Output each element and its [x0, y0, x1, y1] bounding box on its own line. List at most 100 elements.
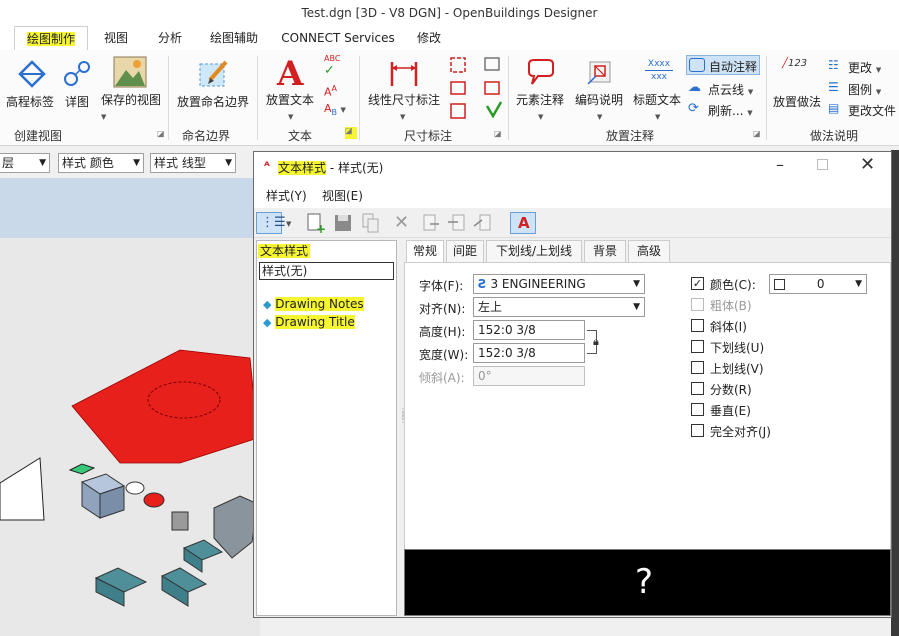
right-view-edge	[891, 150, 899, 636]
detail-button[interactable]: 详图	[65, 93, 89, 110]
tab-view[interactable]: 视图	[96, 26, 136, 50]
text-style-preview-icon[interactable]: A	[510, 212, 536, 234]
place-text-button[interactable]: 放置文本 ▼	[266, 91, 314, 122]
place-named-boundary-button[interactable]: 放置命名边界	[177, 93, 249, 110]
change-file-icon[interactable]: ▤	[828, 101, 839, 115]
white-disc[interactable]	[125, 481, 145, 495]
height-input[interactable]: 152:0 3/8	[473, 320, 585, 340]
text-style-icon[interactable]: AB ▼	[324, 102, 346, 117]
color-select[interactable]: 0 ▼	[769, 274, 867, 294]
style-none-item[interactable]: 样式(无)	[259, 262, 394, 280]
menu-style[interactable]: 样式(Y)	[266, 187, 307, 204]
elevation-label-button[interactable]: 高程标签	[6, 93, 54, 110]
dialog-launcher-icon[interactable]: ◪	[157, 130, 166, 139]
save-icon[interactable]	[332, 212, 354, 234]
text-scale-icon[interactable]: AA	[324, 84, 337, 99]
dialog-title-bar[interactable]: ᴬ 文本样式 - 样式(无) – □ ✕	[254, 152, 891, 182]
delete-icon[interactable]: ✕	[394, 212, 416, 234]
vertical-checkbox[interactable]	[691, 403, 704, 416]
tree-header[interactable]: 文本样式	[258, 242, 395, 260]
dialog-launcher-icon[interactable]: ◪	[494, 130, 503, 139]
detail-icon[interactable]	[62, 58, 92, 88]
level-combo[interactable]: 层 ▼	[0, 153, 50, 173]
model-scene[interactable]	[0, 238, 260, 636]
change-file-button[interactable]: 更改文件	[848, 102, 896, 119]
tab-advanced[interactable]: 高级	[628, 240, 670, 262]
group-label-markup: 做法说明	[809, 129, 858, 143]
saved-view-button[interactable]: 保存的视图 ▼	[101, 91, 161, 122]
named-boundary-icon[interactable]	[198, 58, 230, 90]
slant-input[interactable]: 0°	[473, 366, 585, 386]
tab-general[interactable]: 常规	[406, 240, 444, 263]
minimize-button[interactable]: –	[776, 155, 784, 174]
maximize-button[interactable]: □	[816, 156, 829, 172]
dimension-tools-icon[interactable]	[449, 56, 505, 122]
linear-dimension-icon[interactable]	[388, 60, 420, 88]
title-text-icon[interactable]: Xxxx xxx	[645, 58, 673, 83]
width-input[interactable]: 152:0 3/8	[473, 343, 585, 363]
model-viewport[interactable]	[0, 238, 260, 636]
code-note-button[interactable]: 编码说明 ▼	[575, 91, 623, 122]
style-item-drawing-notes[interactable]: ◆ Drawing Notes	[263, 297, 364, 311]
place-markup-button[interactable]: 放置做法	[773, 93, 821, 110]
change-icon[interactable]: ☷	[828, 58, 839, 72]
red-disc[interactable]	[143, 492, 165, 508]
justification-select[interactable]: 左上 ▼	[473, 297, 645, 317]
legend-button[interactable]: 图例 ▼	[848, 81, 881, 98]
menu-view[interactable]: 视图(E)	[322, 187, 363, 204]
elevation-label-icon[interactable]	[18, 60, 46, 88]
cloud-line-button[interactable]: 点云线 ▼	[708, 81, 753, 98]
ribbon-tab-bar: 绘图制作 视图 分析 绘图辅助 CONNECT Services 修改	[0, 26, 899, 50]
cloud-line-icon[interactable]: ☁	[688, 80, 701, 95]
legend-icon[interactable]: ☰	[828, 80, 839, 94]
color-combo[interactable]: 样式 颜色 ▼	[58, 153, 144, 173]
lock-icon[interactable]: 🔒︎	[593, 335, 599, 349]
export-icon[interactable]	[446, 212, 468, 234]
tab-spacing[interactable]: 间距	[446, 240, 484, 262]
auto-annotation-button[interactable]: 自动注释	[686, 55, 760, 75]
chevron-down-icon[interactable]: ▼	[286, 220, 291, 228]
change-button[interactable]: 更改 ▼	[848, 59, 881, 76]
title-text-button[interactable]: 标题文本 ▼	[633, 91, 681, 122]
red-slab[interactable]	[71, 349, 259, 464]
green-box[interactable]	[68, 463, 96, 475]
style-item-drawing-title[interactable]: ◆ Drawing Title	[263, 315, 355, 329]
font-select[interactable]: Ƨ 3 ENGINEERING ▼	[473, 274, 645, 294]
tab-analysis[interactable]: 分析	[150, 26, 190, 50]
copy-icon[interactable]	[360, 212, 382, 234]
italic-checkbox[interactable]	[691, 319, 704, 332]
element-annotation-icon[interactable]	[526, 58, 556, 88]
tab-modify[interactable]: 修改	[408, 26, 450, 50]
update-icon[interactable]	[472, 212, 494, 234]
element-annotation-button[interactable]: 元素注释 ▼	[516, 91, 564, 122]
grey-cylinder[interactable]	[171, 511, 189, 531]
white-wedge[interactable]	[0, 457, 45, 521]
code-note-icon[interactable]	[586, 58, 616, 88]
spell-check-icon[interactable]: ABC ✓	[324, 54, 340, 78]
underline-checkbox[interactable]	[691, 340, 704, 353]
linestyle-combo[interactable]: 样式 线型 ▼	[150, 153, 236, 173]
fractions-checkbox[interactable]	[691, 382, 704, 395]
place-text-icon[interactable]: A	[277, 54, 303, 94]
bold-checkbox[interactable]	[691, 298, 704, 311]
tab-drawing-production[interactable]: 绘图制作	[14, 26, 88, 50]
tree-view-icon[interactable]: ⋮☰	[256, 212, 286, 234]
new-style-icon[interactable]: +	[304, 212, 326, 236]
saved-view-icon[interactable]	[113, 56, 147, 88]
tab-background[interactable]: 背景	[584, 240, 626, 262]
tab-underline-overline[interactable]: 下划线/上划线	[486, 240, 582, 262]
grey-block[interactable]	[213, 495, 259, 559]
text-dialog-launcher-icon[interactable]: ◪	[345, 127, 357, 139]
place-markup-icon[interactable]: ╱123	[782, 58, 807, 69]
refresh-icon[interactable]: ⟳	[688, 101, 699, 116]
tab-drawing-aids[interactable]: 绘图辅助	[203, 26, 265, 50]
tab-connect-services[interactable]: CONNECT Services	[280, 26, 396, 50]
color-checkbox[interactable]: ✓	[691, 277, 704, 290]
import-icon[interactable]	[420, 212, 442, 234]
refresh-button[interactable]: 刷新... ▼	[708, 102, 753, 119]
overline-checkbox[interactable]	[691, 361, 704, 374]
linear-dimension-button[interactable]: 线性尺寸标注 ▼	[368, 91, 440, 122]
dialog-launcher-icon[interactable]: ◪	[753, 130, 762, 139]
full-justify-checkbox[interactable]	[691, 424, 704, 437]
close-icon[interactable]: ✕	[860, 154, 875, 175]
